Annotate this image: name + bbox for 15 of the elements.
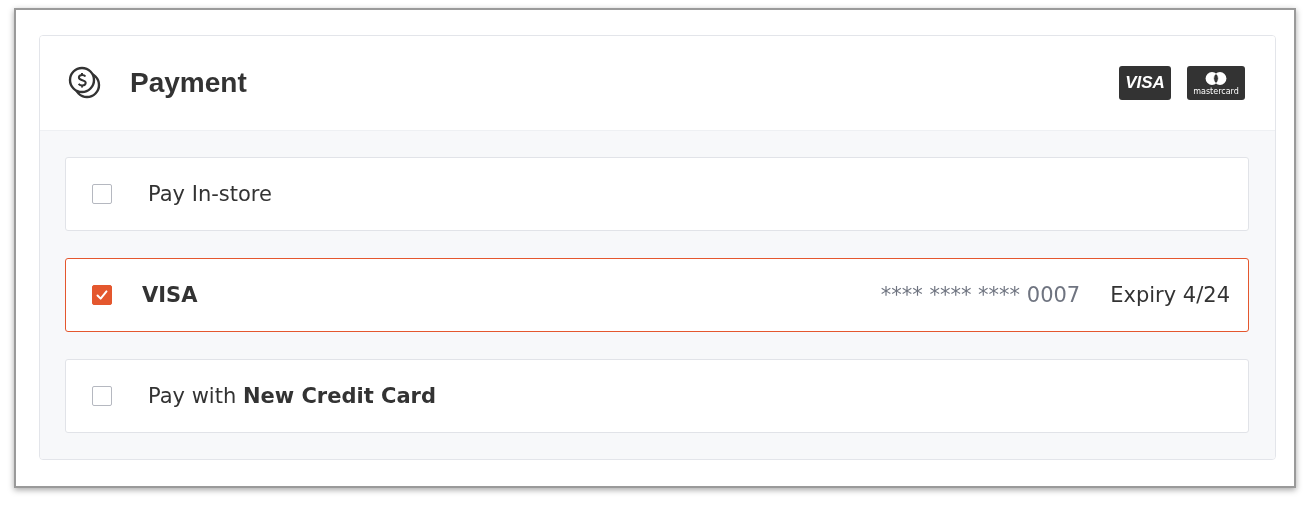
coins-icon: [68, 66, 102, 100]
card-number: **** **** **** 0007: [880, 283, 1081, 307]
mastercard-logo: mastercard: [1187, 66, 1245, 100]
option-label: VISA: [142, 283, 198, 307]
payment-option[interactable]: VISA **** **** **** 0007 Expiry 4/24: [65, 258, 1249, 332]
checkbox[interactable]: [92, 386, 112, 406]
payment-option[interactable]: Pay with New Credit Card: [65, 359, 1249, 433]
option-label: Pay with New Credit Card: [148, 384, 436, 408]
section-title: Payment: [130, 67, 247, 99]
checkbox[interactable]: [92, 184, 112, 204]
visa-logo: VISA: [1119, 66, 1171, 100]
checkbox[interactable]: [92, 285, 112, 305]
payment-option[interactable]: Pay In-store: [65, 157, 1249, 231]
option-label: Pay In-store: [148, 182, 272, 206]
card-expiry: Expiry 4/24: [1110, 283, 1230, 307]
